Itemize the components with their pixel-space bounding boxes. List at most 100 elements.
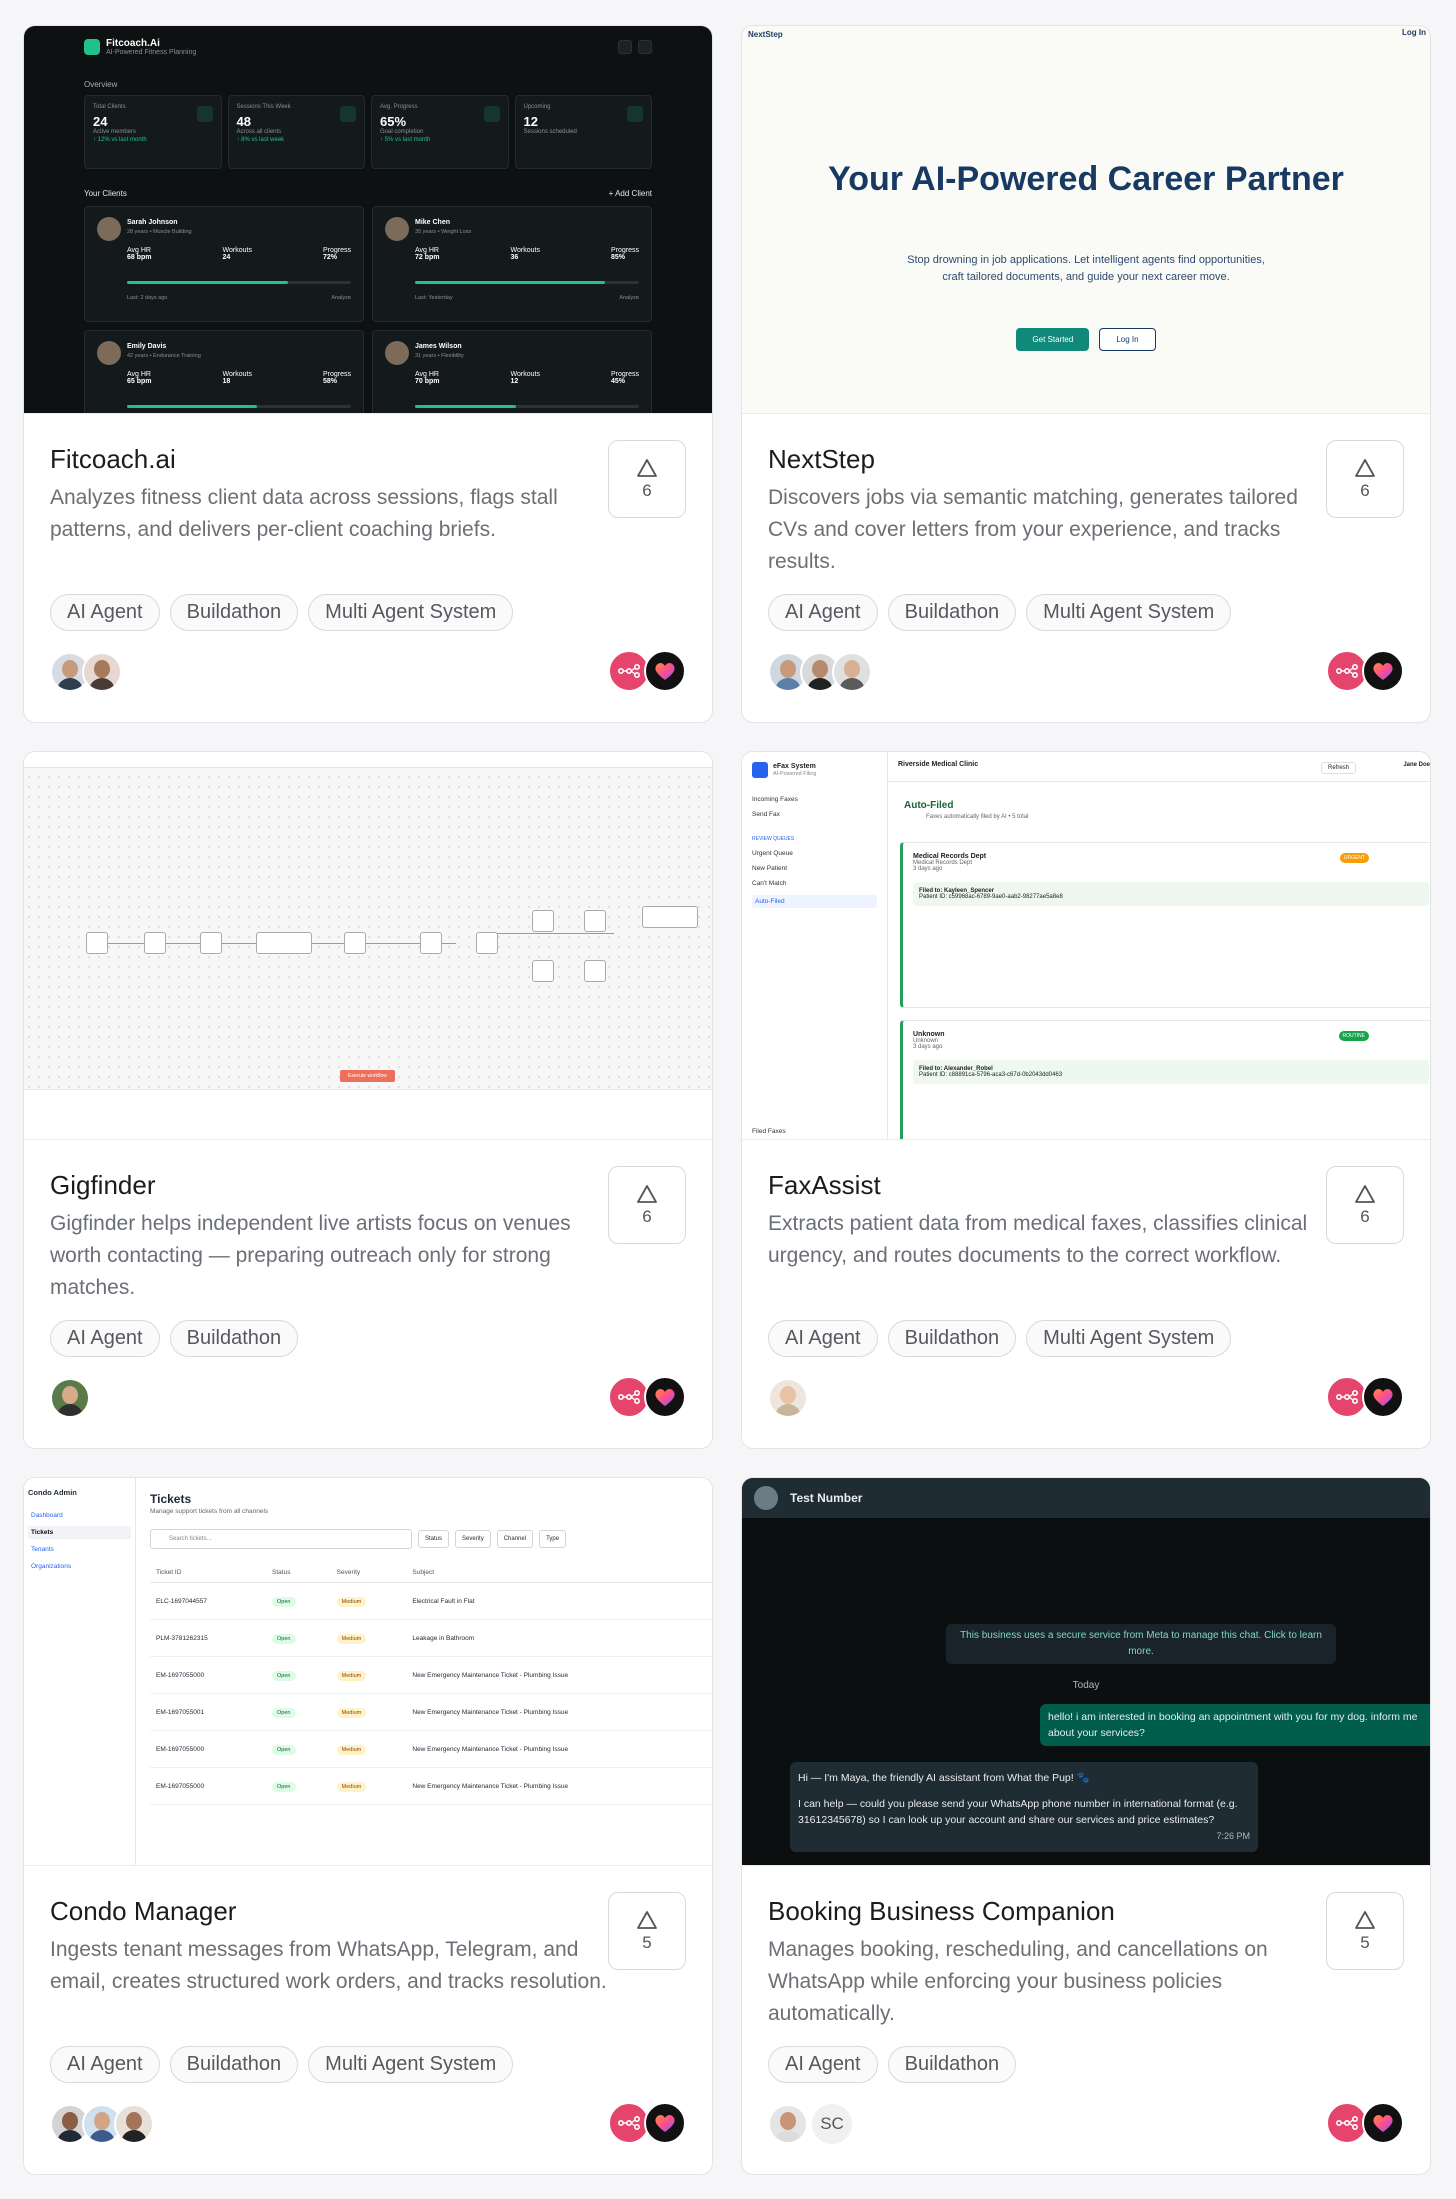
project-card-nextstep[interactable]: NextStep Log In Your AI-Powered Career P…: [741, 25, 1431, 723]
screenshot-preview[interactable]: NextStep Log In Your AI-Powered Career P…: [742, 26, 1430, 414]
project-card-gigfinder[interactable]: Execute workflow Gigfinder Gigfinder hel…: [23, 751, 713, 1449]
team-avatars: [768, 652, 872, 692]
table-row: EM-1697055000 Open Medium New Emergency Mai…: [150, 1767, 712, 1805]
tag-chip[interactable]: AI Agent: [50, 2046, 160, 2083]
tech-logos: [1326, 650, 1404, 692]
preview-subtext: Stop drowning in job applications. Let i…: [907, 254, 1265, 283]
avatar[interactable]: [832, 652, 872, 692]
preview-record-card: Unknown Unknown 3 days ago Filed to: Ale…: [900, 1020, 1430, 1139]
preview-heading-sub: Faxes automatically filed by AI • 5 tota…: [926, 814, 1029, 820]
preview-section-title: Overview: [84, 80, 118, 89]
bell-icon: [618, 40, 632, 54]
workflow-node: [86, 932, 108, 954]
screenshot-preview[interactable]: eFax System AI-Powered Filing Incoming Fa…: [742, 752, 1430, 1140]
triangle-up-icon: [637, 1911, 657, 1929]
preview-get-started-button: Get Started: [1016, 328, 1090, 351]
preview-app-name: Condo Admin: [28, 1488, 77, 1497]
project-description: Extracts patient data from medical faxes…: [768, 1212, 1308, 1267]
project-card-faxassist[interactable]: eFax System AI-Powered Filing Incoming Fa…: [741, 751, 1431, 1449]
preview-login-button: Log In: [1099, 328, 1156, 351]
tag-chip[interactable]: Buildathon: [169, 2046, 299, 2083]
workflow-node: [200, 932, 222, 954]
table-row: EM-1697055001 Open Medium New Emergency Mai…: [150, 1693, 712, 1731]
lovable-logo-icon: [644, 650, 686, 692]
project-card-condo-manager[interactable]: Condo Admin Dashboard Tickets Tenants Or…: [23, 1477, 713, 2175]
upvote-button[interactable]: 6: [608, 1166, 686, 1244]
upvote-button[interactable]: 6: [608, 440, 686, 518]
preview-page-title: Tickets: [150, 1492, 192, 1506]
upvote-button[interactable]: 5: [1326, 1892, 1404, 1970]
preview-nav-item: Auto-Filed: [752, 895, 877, 908]
tag-chip[interactable]: Multi Agent System: [308, 2046, 514, 2083]
project-description: Discovers jobs via semantic matching, ge…: [768, 486, 1298, 573]
tag-chip[interactable]: AI Agent: [768, 2046, 878, 2083]
tag-chip[interactable]: Multi Agent System: [1026, 594, 1232, 631]
avatar[interactable]: [82, 652, 122, 692]
project-title[interactable]: NextStep: [768, 444, 875, 475]
preview-nav-item: Urgent Queue: [752, 850, 793, 857]
preview-page-sub: Manage support tickets from all channels: [150, 1508, 269, 1515]
screenshot-preview[interactable]: Fitcoach.Ai AI-Powered Fitness Planning …: [24, 26, 712, 414]
workflow-node: [642, 906, 698, 928]
calendar-icon: [627, 106, 643, 122]
tech-logos: [608, 2102, 686, 2144]
lovable-logo-icon: [1362, 650, 1404, 692]
screenshot-preview[interactable]: Execute workflow: [24, 752, 712, 1140]
client-card: Mike Chen 35 years • Weight Loss Avg HR 72…: [372, 206, 652, 322]
upvote-button[interactable]: 6: [1326, 1166, 1404, 1244]
tag-chip[interactable]: AI Agent: [50, 1320, 160, 1357]
preview-incoming-message: Hi — I'm Maya, the friendly AI assistant…: [790, 1762, 1258, 1852]
avatar[interactable]: [768, 2104, 808, 2144]
tag-chip[interactable]: Multi Agent System: [308, 594, 514, 631]
triangle-up-icon: [1355, 459, 1375, 477]
screenshot-preview[interactable]: Test Number This business uses a secure …: [742, 1478, 1430, 1866]
tag-chip[interactable]: Buildathon: [887, 1320, 1017, 1357]
preview-nav-item: Tenants: [31, 1546, 54, 1553]
triangle-up-icon: [637, 459, 657, 477]
project-title[interactable]: Gigfinder: [50, 1170, 156, 1201]
workflow-node: [344, 932, 366, 954]
team-avatars: [50, 652, 122, 692]
upvote-count: 6: [642, 481, 652, 500]
stat-card: Sessions This Week 48 Across all clients ↑ …: [227, 95, 365, 169]
tag-chip[interactable]: AI Agent: [768, 594, 878, 631]
preview-nav-item: Send Fax: [752, 811, 780, 818]
stat-card: Total Clients 24 Active members ↑ 12% vs la…: [84, 95, 222, 169]
progress-bar: [415, 405, 639, 408]
project-description: Analyzes fitness client data across sess…: [50, 486, 558, 541]
preview-search-input: Search tickets...: [150, 1529, 412, 1549]
avatar[interactable]: [768, 1378, 808, 1418]
client-card: Sarah Johnson 28 years • Muscle Building …: [84, 206, 364, 322]
triangle-up-icon: [1355, 1911, 1375, 1929]
preview-nav-item: New Patient: [752, 865, 788, 872]
preview-tickets-table: Ticket ID Status Severity Subject ELC-16970…: [150, 1563, 712, 1805]
tag-chip[interactable]: Buildathon: [169, 594, 299, 631]
preview-nav-item: Incoming Faxes: [752, 796, 798, 803]
triangle-up-icon: [1355, 1185, 1375, 1203]
tag-chip[interactable]: Buildathon: [887, 2046, 1017, 2083]
project-title[interactable]: Condo Manager: [50, 1896, 236, 1927]
preview-nav-item: Can't Match: [752, 880, 787, 887]
avatar[interactable]: [114, 2104, 154, 2144]
contact-avatar-icon: [754, 1486, 778, 1510]
preview-day-label: Today: [1072, 1680, 1100, 1691]
upvote-button[interactable]: 6: [1326, 440, 1404, 518]
team-avatars: [768, 1378, 808, 1418]
tag-chip[interactable]: AI Agent: [768, 1320, 878, 1357]
upvote-button[interactable]: 5: [608, 1892, 686, 1970]
client-card: Emily Davis 42 years • Endurance Training…: [84, 330, 364, 413]
screenshot-preview[interactable]: Condo Admin Dashboard Tickets Tenants Or…: [24, 1478, 712, 1866]
tag-chip[interactable]: AI Agent: [50, 594, 160, 631]
preview-brand: Fitcoach.Ai: [106, 38, 160, 49]
project-title[interactable]: Fitcoach.ai: [50, 444, 176, 475]
tag-chip[interactable]: Buildathon: [887, 594, 1017, 631]
project-title[interactable]: Booking Business Companion: [768, 1896, 1115, 1927]
avatar-initials[interactable]: SC: [812, 2104, 852, 2144]
project-title[interactable]: FaxAssist: [768, 1170, 881, 1201]
project-card-booking-companion[interactable]: Test Number This business uses a secure …: [741, 1477, 1431, 2175]
tag-chip[interactable]: Multi Agent System: [1026, 1320, 1232, 1357]
tech-logos: [608, 1376, 686, 1418]
tag-chip[interactable]: Buildathon: [169, 1320, 299, 1357]
avatar[interactable]: [50, 1378, 90, 1418]
project-card-fitcoach[interactable]: Fitcoach.Ai AI-Powered Fitness Planning …: [23, 25, 713, 723]
